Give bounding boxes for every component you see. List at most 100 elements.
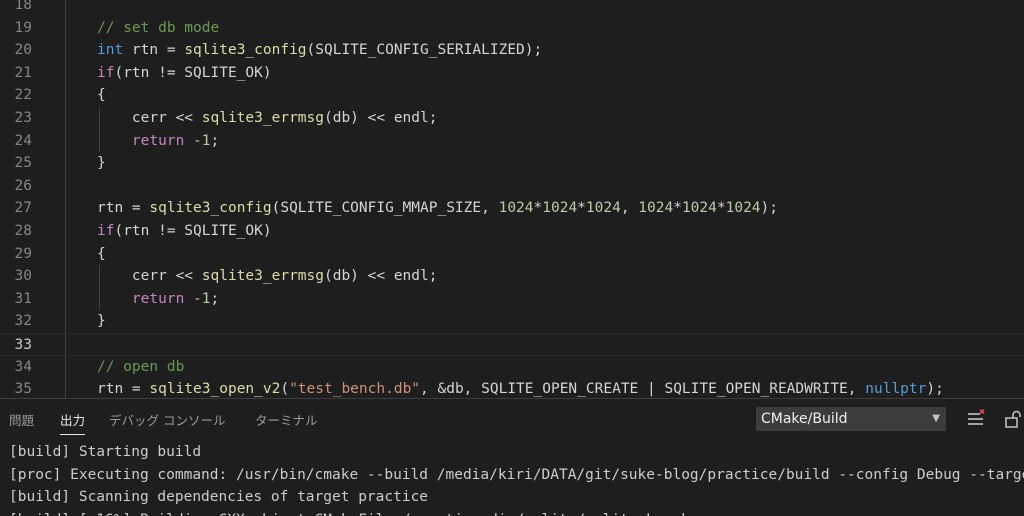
code-token: } bbox=[97, 155, 106, 172]
code-token: // open db bbox=[97, 358, 185, 375]
code-line: 19 // set db mode bbox=[0, 16, 1024, 40]
code-token: ); bbox=[760, 200, 778, 217]
code-token: sqlite3_errmsg bbox=[201, 268, 324, 285]
bottom-panel: 問題 出力 デバッグ コンソール ターミナル CMake/Build ▼ [bu… bbox=[0, 398, 1024, 516]
line-number: 24 bbox=[14, 132, 32, 149]
code-line: 27 rtn = sqlite3_config(SQLITE_CONFIG_MMA… bbox=[0, 197, 1024, 220]
code-token: 1024 bbox=[542, 200, 578, 217]
clear-output-icon[interactable] bbox=[966, 408, 986, 429]
code-text: rtn = sqlite3_config(SQLITE_CONFIG_MMAP_… bbox=[97, 197, 778, 220]
lock-scroll-icon[interactable] bbox=[1004, 409, 1024, 429]
code-token: rtn = bbox=[97, 381, 150, 398]
code-token: return bbox=[97, 132, 185, 149]
code-line: 34 // open db bbox=[0, 355, 1024, 379]
code-token: (db) << endl; bbox=[323, 268, 438, 285]
indent-guide bbox=[65, 310, 66, 333]
line-number: 28 bbox=[14, 222, 32, 239]
indent-guide bbox=[65, 242, 66, 266]
line-number: 32 bbox=[14, 313, 32, 330]
code-token: 1024 bbox=[681, 200, 717, 217]
tab-terminal[interactable]: ターミナル bbox=[255, 410, 318, 434]
indent-guide bbox=[65, 355, 66, 379]
code-line: 29 { bbox=[0, 242, 1024, 266]
line-number: 30 bbox=[14, 268, 32, 285]
line-number: 23 bbox=[14, 109, 32, 126]
indent-guide bbox=[65, 84, 66, 107]
code-text: } bbox=[97, 152, 106, 175]
indent-guide bbox=[65, 219, 66, 243]
code-token: return bbox=[97, 290, 185, 307]
tab-output[interactable]: 出力 bbox=[60, 410, 86, 435]
line-number: 31 bbox=[14, 290, 32, 307]
code-text: return -1; bbox=[97, 288, 219, 311]
code-token: * bbox=[716, 200, 726, 217]
code-token: nullptr bbox=[865, 381, 927, 398]
output-log[interactable]: [build] Starting build [proc] Executing c… bbox=[9, 441, 1024, 516]
indent-guide bbox=[65, 0, 66, 17]
indent-guide bbox=[65, 106, 66, 130]
line-number: 26 bbox=[14, 177, 32, 194]
code-token: * bbox=[577, 200, 586, 217]
code-text: if(rtn != SQLITE_OK) bbox=[97, 62, 272, 85]
code-text: return -1; bbox=[97, 130, 219, 153]
code-token: sqlite3_errmsg bbox=[201, 109, 324, 126]
code-token: { bbox=[97, 245, 106, 262]
code-token: if bbox=[97, 64, 115, 81]
code-editor[interactable]: 18 19 // set db mode 20 int rtn = sqlite3_co… bbox=[0, 0, 1024, 398]
indent-guide bbox=[65, 129, 66, 153]
code-line: 26 bbox=[0, 174, 1024, 198]
indent-guide bbox=[65, 197, 66, 220]
code-line: 24 return -1; bbox=[0, 129, 1024, 153]
line-number: 29 bbox=[14, 245, 32, 262]
indent-guide bbox=[65, 287, 66, 311]
line-number: 21 bbox=[14, 64, 32, 81]
code-text: { bbox=[97, 243, 106, 266]
line-number: 35 bbox=[14, 381, 32, 398]
code-line: 33 bbox=[0, 332, 1024, 356]
code-token: cerr << bbox=[97, 109, 202, 126]
code-text: if(rtn != SQLITE_OK) bbox=[97, 220, 272, 243]
output-channel-select[interactable]: CMake/Build ▼ bbox=[756, 407, 946, 431]
line-number: 25 bbox=[14, 155, 32, 172]
chevron-down-icon: ▼ bbox=[932, 413, 940, 424]
code-text: cerr << sqlite3_errmsg(db) << endl; bbox=[97, 107, 438, 130]
code-token: if bbox=[97, 222, 115, 239]
code-token: ; bbox=[210, 290, 220, 307]
code-token: rtn = bbox=[123, 42, 185, 59]
code-token: { bbox=[97, 87, 106, 104]
code-token: sqlite3_open_v2 bbox=[149, 381, 281, 398]
code-line: 21 if(rtn != SQLITE_OK) bbox=[0, 61, 1024, 85]
code-token: ); bbox=[926, 381, 944, 398]
code-line: 35 rtn = sqlite3_open_v2("test_bench.db",… bbox=[0, 378, 1024, 398]
line-number: 18 bbox=[14, 0, 32, 13]
indent-guide bbox=[65, 333, 66, 355]
output-line: [build] Scanning dependencies of target … bbox=[9, 489, 429, 506]
line-number: 34 bbox=[14, 358, 32, 375]
output-line: [build] Starting build bbox=[9, 444, 202, 460]
indent-guide bbox=[65, 61, 66, 85]
tab-problems[interactable]: 問題 bbox=[9, 410, 34, 434]
line-number: 33 bbox=[14, 336, 32, 353]
code-line: 32} bbox=[0, 310, 1024, 333]
code-text: } bbox=[97, 310, 106, 333]
indent-guide bbox=[65, 152, 66, 175]
output-line: [proc] Executing command: /usr/bin/cmake… bbox=[9, 466, 1024, 483]
code-token: 1024 bbox=[585, 200, 621, 217]
line-number: 19 bbox=[14, 19, 32, 36]
code-token: (SQLITE_CONFIG_SERIALIZED); bbox=[306, 42, 543, 59]
code-token: -1 bbox=[193, 290, 211, 307]
code-token: sqlite3_config bbox=[184, 42, 307, 59]
code-text: cerr << sqlite3_errmsg(db) << endl; bbox=[97, 265, 438, 288]
code-line: 25} bbox=[0, 152, 1024, 175]
indent-guide bbox=[65, 39, 66, 62]
tab-debug-console[interactable]: デバッグ コンソール bbox=[109, 410, 225, 434]
code-line: 22 { bbox=[0, 84, 1024, 107]
code-token: , &db, SQLITE_OPEN_CREATE | SQLITE_OPEN_… bbox=[420, 381, 866, 398]
code-token: int bbox=[97, 42, 124, 59]
code-token: sqlite3_config bbox=[149, 200, 272, 217]
code-text: { bbox=[97, 84, 106, 107]
line-number: 22 bbox=[14, 87, 32, 104]
code-text: rtn = sqlite3_open_v2("test_bench.db", &… bbox=[97, 378, 944, 398]
code-lines: 18 19 // set db mode 20 int rtn = sqlite3_co… bbox=[0, 0, 1024, 398]
